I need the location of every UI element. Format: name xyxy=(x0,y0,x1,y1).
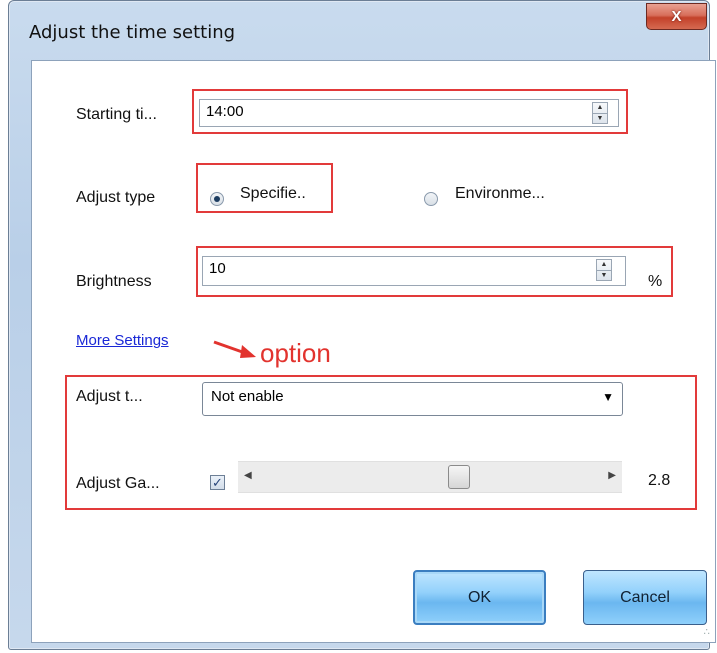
gamma-slider-thumb[interactable] xyxy=(447,465,470,489)
radio-specified-label[interactable]: Specifie.. xyxy=(240,185,306,203)
starting-time-value: 14:00 xyxy=(206,103,244,120)
radio-environment[interactable] xyxy=(424,192,438,206)
cancel-button-label: Cancel xyxy=(620,588,670,606)
cancel-button[interactable]: Cancel xyxy=(583,570,707,625)
gamma-slider[interactable]: ◀ ▶ xyxy=(238,461,622,493)
annotation-arrow-icon xyxy=(213,340,256,358)
slider-left-arrow-icon[interactable]: ◀ xyxy=(244,470,252,481)
window-title: Adjust the time setting xyxy=(29,22,236,43)
dropdown-arrow-icon: ▼ xyxy=(602,390,614,404)
close-icon: X xyxy=(671,8,682,25)
dialog-window: Adjust the time setting X Starting ti...… xyxy=(8,0,716,650)
more-settings-link[interactable]: More Settings xyxy=(76,332,169,349)
adjust-t-select[interactable]: Not enable ▼ xyxy=(202,382,623,416)
ok-button-label: OK xyxy=(467,588,492,606)
spinner-up-icon[interactable]: ▲ xyxy=(593,103,607,113)
adjust-t-label: Adjust t... xyxy=(76,388,143,405)
brightness-label: Brightness xyxy=(76,273,152,290)
spinner-down-icon[interactable]: ▼ xyxy=(593,113,607,124)
checkmark-icon: ✓ xyxy=(212,475,223,490)
spinner-up-icon[interactable]: ▲ xyxy=(597,260,611,270)
gamma-value: 2.8 xyxy=(648,472,671,489)
dialog-body: Starting ti... 14:00 ▲ ▼ Adjust type Spe… xyxy=(31,60,716,643)
starting-time-label: Starting ti... xyxy=(76,106,157,123)
starting-time-spinner[interactable]: ▲ ▼ xyxy=(592,102,608,124)
brightness-value: 10 xyxy=(209,260,226,277)
brightness-unit: % xyxy=(648,273,663,290)
brightness-spinner[interactable]: ▲ ▼ xyxy=(596,259,612,281)
adjust-type-label: Adjust type xyxy=(76,189,156,206)
starting-time-input[interactable]: 14:00 xyxy=(199,99,619,127)
adjust-gamma-checkbox[interactable]: ✓ xyxy=(210,475,225,490)
option-annotation: option xyxy=(260,338,331,368)
adjust-t-selected: Not enable xyxy=(211,388,284,405)
radio-specified[interactable] xyxy=(210,192,224,206)
brightness-input[interactable]: 10 xyxy=(202,256,626,286)
spinner-down-icon[interactable]: ▼ xyxy=(597,270,611,281)
adjust-gamma-label: Adjust Ga... xyxy=(76,475,160,492)
radio-environment-label[interactable]: Environme... xyxy=(455,185,545,203)
close-button[interactable]: X xyxy=(646,3,707,30)
ok-button[interactable]: OK xyxy=(413,570,546,625)
slider-right-arrow-icon[interactable]: ▶ xyxy=(608,470,616,481)
resize-grip-icon[interactable]: ∴ xyxy=(704,627,710,638)
